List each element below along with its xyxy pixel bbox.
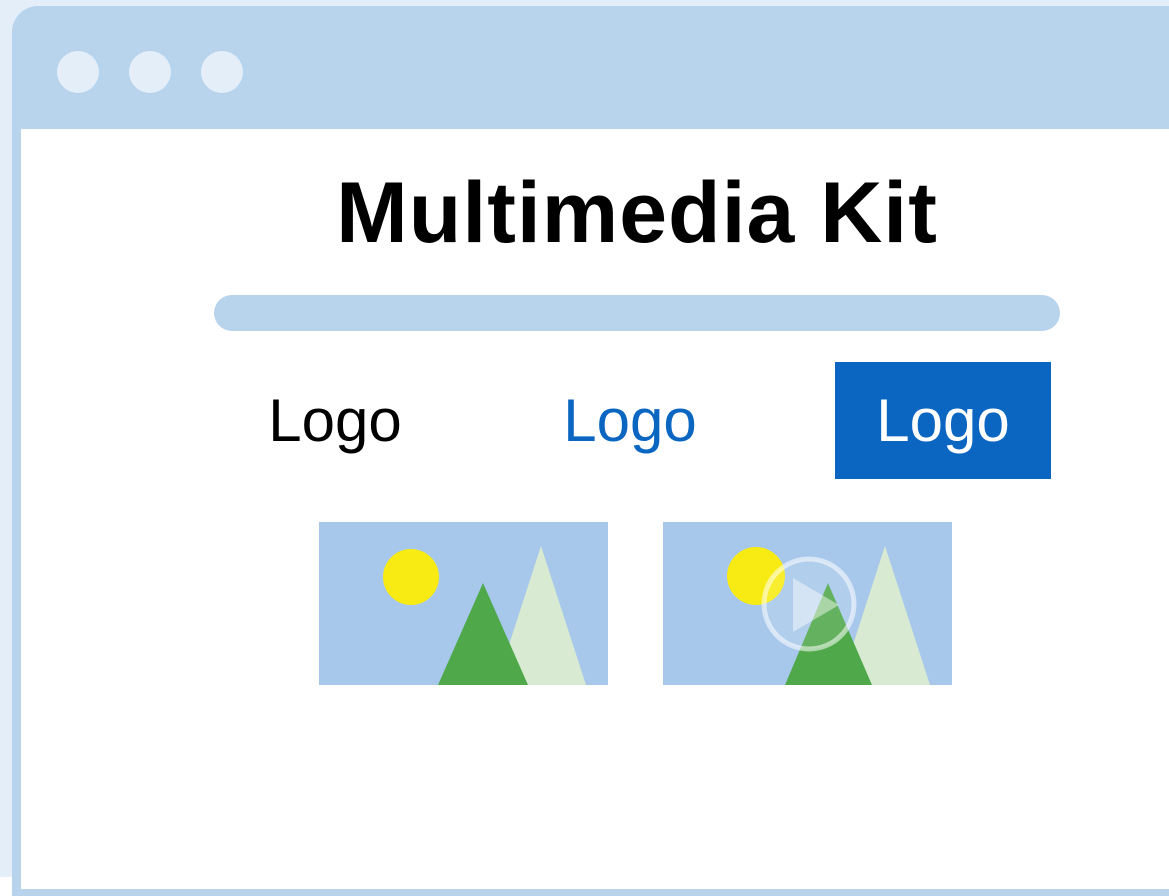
logo-black-variant[interactable]: Logo [250, 362, 420, 479]
logo-blue-variant[interactable]: Logo [545, 362, 715, 479]
page-title: Multimedia Kit [336, 165, 938, 261]
window-dot-close[interactable] [57, 51, 99, 93]
sun-icon [383, 549, 439, 605]
title-underline-bar [214, 295, 1060, 331]
logo-filled-variant[interactable]: Logo [835, 362, 1051, 479]
image-thumbnail-icon [319, 522, 608, 685]
window-dot-maximize[interactable] [201, 51, 243, 93]
window-dot-minimize[interactable] [129, 51, 171, 93]
video-thumbnail-icon [663, 522, 952, 685]
image-thumbnail[interactable] [319, 522, 608, 685]
play-icon[interactable] [761, 556, 857, 652]
video-thumbnail[interactable] [663, 522, 952, 685]
page-background: Multimedia Kit Logo Logo Logo [0, 0, 1169, 896]
